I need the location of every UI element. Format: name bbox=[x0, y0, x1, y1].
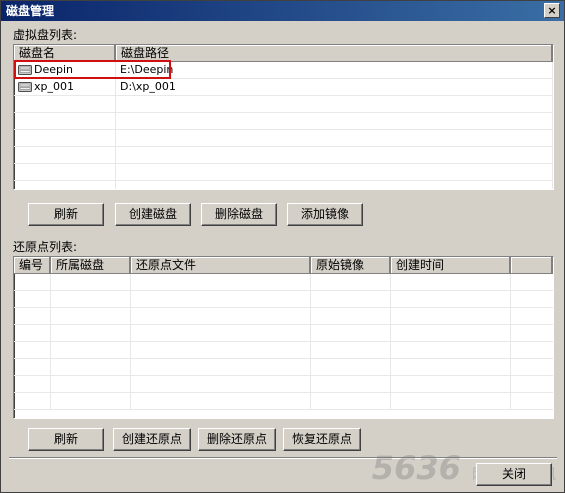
column-header-restore-file[interactable]: 还原点文件 bbox=[131, 257, 311, 273]
restore-point-list-label: 还原点列表: bbox=[13, 240, 78, 254]
create-restore-point-button[interactable]: 创建还原点 bbox=[113, 428, 191, 451]
disk-path: D:\xp_001 bbox=[116, 79, 553, 95]
empty-row bbox=[14, 325, 553, 342]
table-row[interactable]: xp_001 D:\xp_001 bbox=[14, 79, 553, 96]
empty-row bbox=[14, 393, 553, 410]
column-header-original-image[interactable]: 原始镜像 bbox=[311, 257, 391, 273]
disk-name: xp_001 bbox=[34, 80, 74, 93]
empty-row bbox=[14, 96, 553, 113]
column-header-disk-name[interactable]: 磁盘名 bbox=[14, 45, 116, 61]
empty-row bbox=[14, 342, 553, 359]
title-bar: 磁盘管理 × bbox=[1, 1, 564, 21]
empty-row bbox=[14, 130, 553, 147]
empty-row bbox=[14, 359, 553, 376]
close-button[interactable]: 关闭 bbox=[476, 463, 552, 486]
empty-row bbox=[14, 147, 553, 164]
empty-row bbox=[14, 291, 553, 308]
refresh-restore-points-button[interactable]: 刷新 bbox=[28, 428, 104, 451]
virtual-disk-list-label: 虚拟盘列表: bbox=[13, 28, 78, 42]
restore-point-list[interactable]: 编号 所属磁盘 还原点文件 原始镜像 创建时间 bbox=[13, 256, 554, 419]
disk-icon bbox=[18, 81, 32, 93]
highlight-annotation-box bbox=[14, 60, 171, 79]
footer-separator bbox=[9, 457, 557, 459]
empty-row bbox=[14, 181, 553, 189]
empty-row bbox=[14, 113, 553, 130]
column-header-created-time[interactable]: 创建时间 bbox=[391, 257, 511, 273]
restore-restore-point-button[interactable]: 恢复还原点 bbox=[283, 428, 361, 451]
restore-point-list-header: 编号 所属磁盘 还原点文件 原始镜像 创建时间 bbox=[14, 257, 553, 274]
add-image-button[interactable]: 添加镜像 bbox=[287, 203, 363, 226]
empty-row bbox=[14, 308, 553, 325]
create-disk-button[interactable]: 创建磁盘 bbox=[115, 203, 191, 226]
refresh-disks-button[interactable]: 刷新 bbox=[28, 203, 104, 226]
disk-path: E:\Deepin bbox=[116, 62, 553, 78]
empty-row bbox=[14, 376, 553, 393]
delete-restore-point-button[interactable]: 删除还原点 bbox=[198, 428, 276, 451]
delete-disk-button[interactable]: 删除磁盘 bbox=[201, 203, 277, 226]
column-header-owner-disk[interactable]: 所属磁盘 bbox=[51, 257, 131, 273]
window-title: 磁盘管理 bbox=[6, 4, 55, 18]
empty-row bbox=[14, 274, 553, 291]
column-header-number[interactable]: 编号 bbox=[14, 257, 51, 273]
empty-row bbox=[14, 164, 553, 181]
column-header-filler bbox=[511, 257, 553, 273]
disk-management-window: 磁盘管理 × 虚拟盘列表: 磁盘名 磁盘路径 Deepin E:\Deepin … bbox=[0, 0, 565, 493]
close-window-button[interactable]: × bbox=[544, 3, 560, 18]
column-header-disk-path[interactable]: 磁盘路径 bbox=[116, 45, 553, 61]
